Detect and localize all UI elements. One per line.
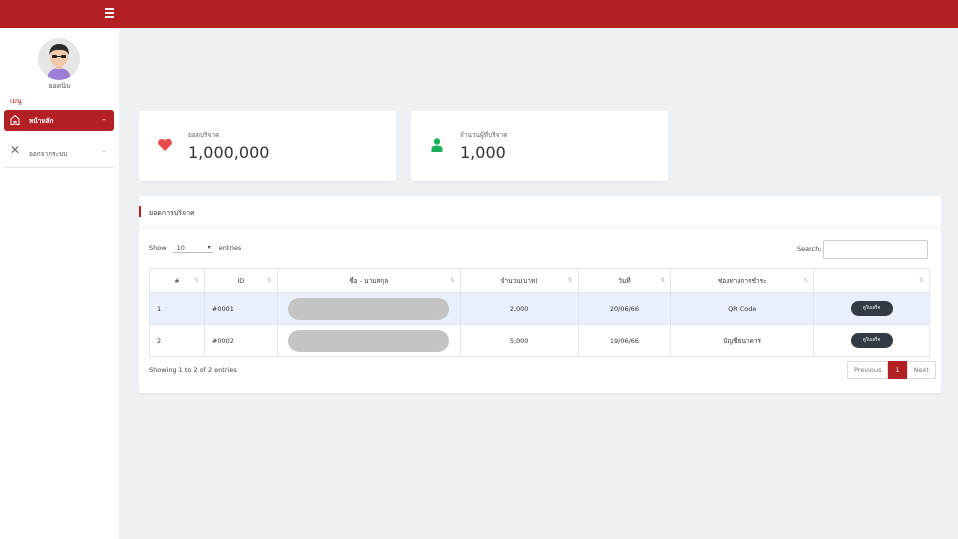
previous-button[interactable]: Previous bbox=[847, 361, 889, 379]
sidebar: ยอดนิบ เมนู หน้าหลัก – ✕ ออกจากระบบ – bbox=[0, 28, 119, 539]
sort-icon: ⇅ bbox=[660, 277, 666, 284]
column-header-id[interactable]: ID ⇅ bbox=[203, 268, 278, 293]
redacted-name bbox=[288, 297, 450, 320]
stat-value: 1,000 bbox=[460, 143, 506, 162]
table-header-row: # ⇅ ID ⇅ ชื่อ - นามสกุล ⇅ จำนวน(บาท) ⇅ วันที… bbox=[149, 268, 930, 293]
username: ยอดนิบ bbox=[48, 82, 71, 90]
stat-card-donors: จำนวนผู้ที่บริจาค 1,000 bbox=[411, 111, 668, 181]
sidebar-item-label: ออกจากระบบ bbox=[29, 150, 68, 158]
sort-icon: ⇅ bbox=[266, 277, 272, 284]
view-receipt-button[interactable]: ดูใบเสร็จ bbox=[850, 333, 893, 348]
stat-label: จำนวนผู้ที่บริจาค bbox=[460, 131, 508, 139]
home-icon bbox=[10, 114, 20, 126]
cell-name bbox=[276, 324, 461, 357]
cell-id: #0002 bbox=[203, 324, 278, 357]
column-header-channel[interactable]: ช่องทางการชำระ ⇅ bbox=[670, 268, 815, 293]
table-row: 1 #0001 2,000 20/06/66 QR Code ดูใบเสร็จ bbox=[149, 292, 930, 325]
top-navbar bbox=[0, 0, 958, 28]
avatar bbox=[38, 38, 80, 80]
sidebar-item-home[interactable]: หน้าหลัก – bbox=[4, 110, 114, 131]
hamburger-menu-icon[interactable] bbox=[103, 7, 115, 19]
cell-name bbox=[276, 292, 461, 325]
cell-amount: 2,000 bbox=[459, 292, 579, 325]
cell-action: ดูใบเสร็จ bbox=[813, 324, 930, 357]
stat-card-donations: ยอดบริจาค 1,000,000 bbox=[139, 111, 396, 181]
column-header-action[interactable]: ⇅ bbox=[813, 268, 930, 293]
sort-icon: ⇅ bbox=[449, 277, 455, 284]
cell-date: 20/06/66 bbox=[577, 292, 672, 325]
stat-label: ยอดบริจาค bbox=[188, 131, 220, 139]
column-header-amount[interactable]: จำนวน(บาท) ⇅ bbox=[459, 268, 579, 293]
view-receipt-button[interactable]: ดูใบเสร็จ bbox=[850, 301, 893, 316]
cell-number: 1 bbox=[149, 292, 205, 325]
donations-panel: ยอดการบริจาค Show 10 ▾ entries Search: #… bbox=[139, 196, 941, 393]
cell-channel: บัญชีธนาคาร bbox=[670, 324, 815, 357]
user-icon bbox=[429, 137, 445, 153]
entries-control: Show 10 ▾ entries bbox=[149, 244, 241, 253]
cell-amount: 5,000 bbox=[459, 324, 579, 357]
sort-icon: ⇅ bbox=[803, 277, 809, 284]
panel-title: ยอดการบริจาค bbox=[149, 209, 195, 217]
sidebar-item-logout[interactable]: ✕ ออกจากระบบ – bbox=[4, 142, 114, 162]
sort-icon: ⇅ bbox=[567, 277, 573, 284]
collapse-icon: – bbox=[102, 147, 106, 156]
show-label: Show bbox=[149, 244, 167, 252]
stat-value: 1,000,000 bbox=[188, 143, 270, 162]
table-row: 2 #0002 5,000 19/06/66 บัญชีธนาคาร ดูใบเ… bbox=[149, 324, 930, 357]
cell-number: 2 bbox=[149, 324, 205, 357]
pagination: Previous 1 Next bbox=[847, 361, 936, 379]
heart-icon bbox=[157, 137, 173, 153]
divider bbox=[4, 167, 114, 168]
cell-id: #0001 bbox=[203, 292, 278, 325]
panel-header: ยอดการบริจาค bbox=[139, 196, 941, 228]
search-input[interactable] bbox=[823, 240, 928, 259]
entries-label: entries bbox=[218, 244, 242, 252]
sidebar-item-label: หน้าหลัก bbox=[29, 117, 54, 125]
next-button[interactable]: Next bbox=[906, 361, 936, 379]
sort-icon: ⇅ bbox=[193, 277, 199, 284]
sort-icon: ⇅ bbox=[918, 277, 924, 284]
cell-action: ดูใบเสร็จ bbox=[813, 292, 930, 325]
redacted-name bbox=[288, 329, 450, 352]
menu-heading: เมนู bbox=[10, 97, 22, 105]
page-1-button[interactable]: 1 bbox=[888, 361, 907, 379]
chevron-down-icon: ▾ bbox=[207, 244, 211, 251]
column-header-name[interactable]: ชื่อ - นามสกุล ⇅ bbox=[276, 268, 461, 293]
collapse-icon: – bbox=[102, 115, 106, 124]
cell-date: 19/06/66 bbox=[577, 324, 672, 357]
entries-select[interactable]: 10 ▾ bbox=[172, 244, 213, 253]
accent-bar bbox=[139, 206, 141, 217]
column-header-number[interactable]: # ⇅ bbox=[149, 268, 205, 293]
close-icon: ✕ bbox=[10, 143, 21, 157]
search-label: Search: bbox=[797, 245, 822, 253]
donations-table: # ⇅ ID ⇅ ชื่อ - นามสกุล ⇅ จำนวน(บาท) ⇅ วันที… bbox=[149, 268, 930, 357]
entries-value: 10 bbox=[176, 244, 185, 252]
table-info: Showing 1 to 2 of 2 entries bbox=[149, 366, 237, 374]
column-header-date[interactable]: วันที่ ⇅ bbox=[577, 268, 672, 293]
cell-channel: QR Code bbox=[670, 292, 815, 325]
